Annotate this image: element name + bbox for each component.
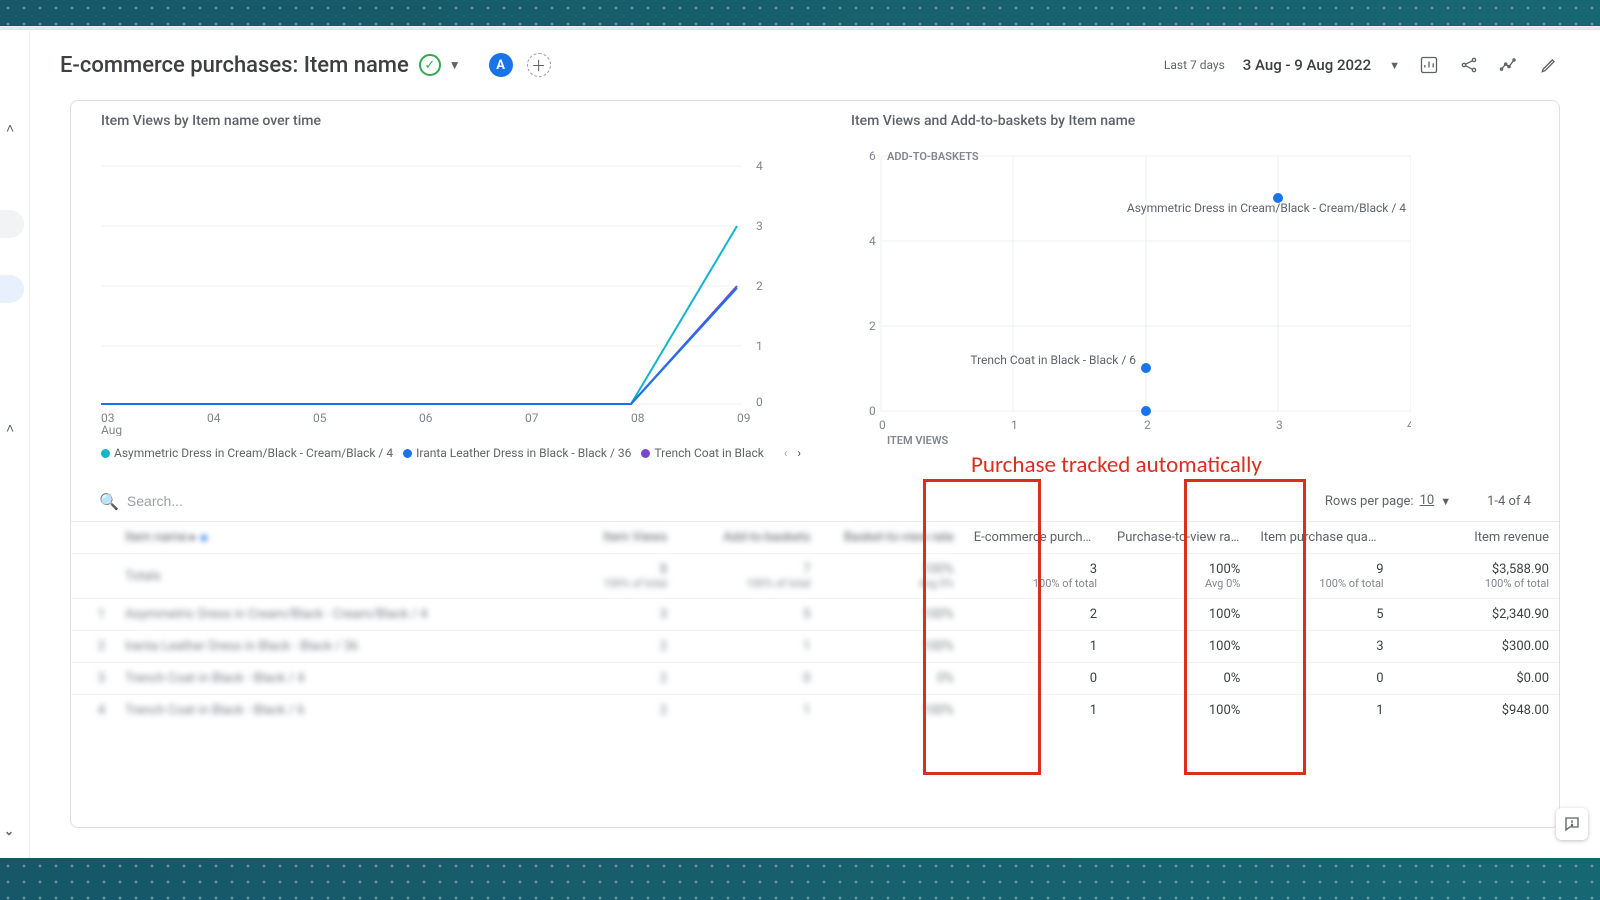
svg-text:0: 0 xyxy=(879,418,886,432)
verified-check-icon[interactable]: ✓ xyxy=(419,54,441,76)
feedback-button[interactable] xyxy=(1556,808,1588,840)
svg-text:Trench Coat in Black - Black /: Trench Coat in Black - Black / 6 xyxy=(970,353,1136,367)
line-chart-title: Item Views by Item name over time xyxy=(101,113,321,129)
manual-annotation: Purchase tracked automatically xyxy=(971,451,1262,479)
insights-icon[interactable] xyxy=(1418,54,1440,76)
add-comparison-button[interactable]: ＋ xyxy=(527,53,551,77)
scatter-chart-title: Item Views and Add-to-baskets by Item na… xyxy=(851,113,1135,129)
svg-text:6: 6 xyxy=(869,149,876,163)
search-icon: 🔍 xyxy=(99,492,119,511)
col-purchase-qty[interactable]: Item purchase quantity xyxy=(1250,522,1393,554)
svg-text:1: 1 xyxy=(1011,418,1018,432)
rows-per-page-value[interactable]: 10 xyxy=(1420,493,1435,509)
data-table: 🔍 Rows per page: 10 ▼ 1-4 of 4 xyxy=(71,481,1559,827)
rail-collapse-icon[interactable]: ˄ xyxy=(6,420,14,437)
svg-text:ADD-TO-BASKETS: ADD-TO-BASKETS xyxy=(887,150,979,163)
app-page: ˄ ˄ ⌄ E-commerce purchases: Item name ✓ … xyxy=(0,30,1600,858)
svg-text:Asymmetric Dress in Cream/Blac: Asymmetric Dress in Cream/Black - Cream/… xyxy=(1127,201,1406,215)
col-ecom-purchases[interactable]: E-commerce purchases xyxy=(964,522,1107,554)
table-row[interactable]: 3 Trench Coat in Black - Black / 4 2 0 0… xyxy=(71,663,1559,695)
legend-item[interactable]: Trench Coat in Black xyxy=(641,446,763,460)
legend-item[interactable]: Iranta Leather Dress in Black - Black / … xyxy=(403,446,631,460)
svg-text:05: 05 xyxy=(313,411,327,425)
edit-pencil-icon[interactable] xyxy=(1538,54,1560,76)
decorative-top-band xyxy=(0,0,1600,26)
title-caret-icon[interactable]: ▼ xyxy=(449,58,461,72)
legend-scroll-left-icon: ‹ xyxy=(784,446,788,460)
share-icon[interactable] xyxy=(1458,54,1480,76)
svg-text:ITEM VIEWS: ITEM VIEWS xyxy=(887,434,949,447)
table-row[interactable]: 2 Iranta Leather Dress in Black - Black … xyxy=(71,631,1559,663)
col-basket-rate[interactable]: Basket-to-view rate xyxy=(820,522,963,554)
page-header: E-commerce purchases: Item name ✓ ▼ A ＋ … xyxy=(60,40,1560,90)
date-preset-label: Last 7 days xyxy=(1164,58,1225,72)
svg-text:04: 04 xyxy=(207,411,221,425)
svg-text:08: 08 xyxy=(631,411,645,425)
svg-text:06: 06 xyxy=(419,411,433,425)
table-row[interactable]: 1 Asymmetric Dress in Cream/Black - Crea… xyxy=(71,599,1559,631)
decorative-bottom-band xyxy=(0,858,1600,900)
rows-per-page-label: Rows per page: xyxy=(1325,494,1414,509)
trend-icon[interactable] xyxy=(1498,54,1520,76)
line-chart: 4 3 2 1 0 03 Aug 04 05 06 07 08 09 xyxy=(101,146,801,436)
col-item-views[interactable]: Item Views xyxy=(534,522,677,554)
svg-text:0: 0 xyxy=(869,404,876,418)
svg-text:Aug: Aug xyxy=(101,423,122,436)
svg-text:0: 0 xyxy=(756,395,763,409)
rows-per-page-caret-icon[interactable]: ▼ xyxy=(1440,495,1451,508)
scatter-point[interactable] xyxy=(1141,406,1151,416)
svg-text:1: 1 xyxy=(756,339,763,353)
svg-text:2: 2 xyxy=(869,319,876,333)
date-range-caret-icon[interactable]: ▼ xyxy=(1389,59,1400,72)
svg-text:07: 07 xyxy=(525,411,539,425)
legend-scroll-right-icon[interactable]: › xyxy=(797,446,801,460)
svg-text:3: 3 xyxy=(756,219,763,233)
report-card: Item Views by Item name over time Item V… xyxy=(70,100,1560,828)
svg-text:2: 2 xyxy=(1144,418,1151,432)
table-search-input[interactable] xyxy=(127,493,327,509)
svg-text:4: 4 xyxy=(869,234,876,248)
scatter-chart: 6 4 2 0 0 1 2 3 4 ADD-TO-BASKETS ITEM VI… xyxy=(851,146,1411,461)
scatter-point[interactable] xyxy=(1141,363,1151,373)
svg-text:4: 4 xyxy=(756,159,763,173)
rail-pill-active[interactable] xyxy=(0,275,24,303)
rail-bottom-glyph[interactable]: ⌄ xyxy=(4,824,14,838)
page-title: E-commerce purchases: Item name xyxy=(60,53,409,78)
col-item-name[interactable]: Item name ▸ xyxy=(115,522,534,554)
line-chart-legend: Asymmetric Dress in Cream/Black - Cream/… xyxy=(101,441,801,465)
svg-text:09: 09 xyxy=(737,411,751,425)
rail-pill[interactable] xyxy=(0,210,24,238)
table-row[interactable]: 4 Trench Coat in Black - Black / 6 2 1 1… xyxy=(71,695,1559,727)
legend-item[interactable]: Asymmetric Dress in Cream/Black - Cream/… xyxy=(101,446,393,460)
col-item-revenue[interactable]: Item revenue xyxy=(1394,522,1559,554)
svg-text:2: 2 xyxy=(756,279,763,293)
audience-badge[interactable]: A xyxy=(489,53,513,77)
row-count: 1-4 of 4 xyxy=(1487,494,1531,509)
col-add-to-baskets[interactable]: Add-to-baskets xyxy=(677,522,820,554)
col-purchase-rate[interactable]: Purchase-to-view rate xyxy=(1107,522,1250,554)
left-rail: ˄ ˄ ⌄ xyxy=(0,30,30,858)
date-range[interactable]: 3 Aug - 9 Aug 2022 xyxy=(1243,56,1371,74)
totals-row: Totals 8100% of total 7100% of total 100… xyxy=(71,554,1559,599)
svg-text:3: 3 xyxy=(1276,418,1283,432)
table-header-row: Item name ▸ Item Views Add-to-baskets Ba… xyxy=(71,522,1559,554)
svg-text:4: 4 xyxy=(1407,418,1411,432)
rail-collapse-icon[interactable]: ˄ xyxy=(6,120,14,137)
